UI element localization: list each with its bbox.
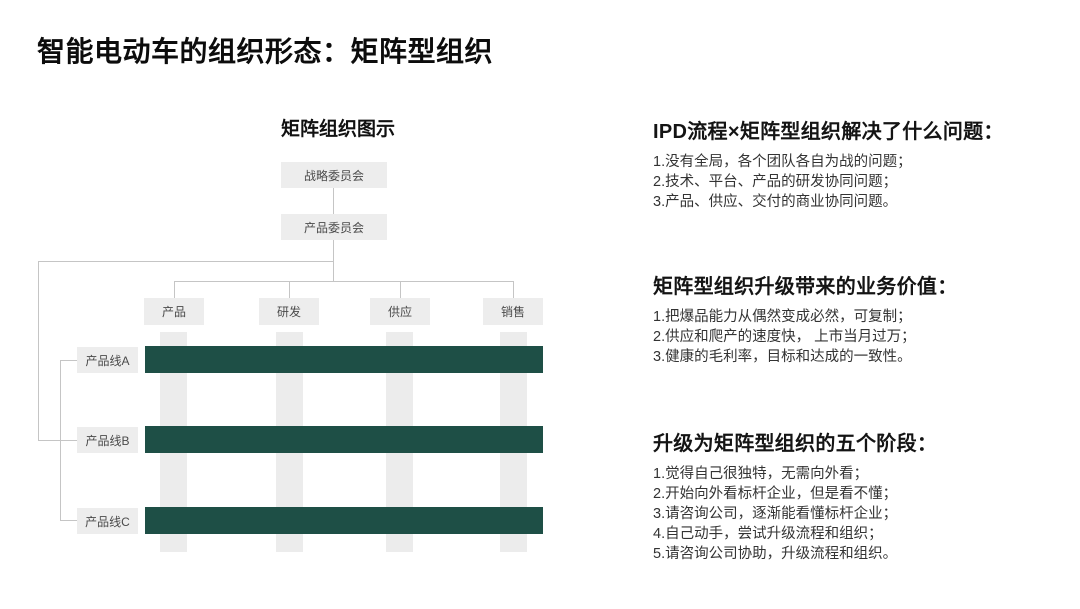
section-item: 1.把爆品能力从偶然变成必然，可复制； bbox=[653, 307, 1053, 327]
section-item: 3.产品、供应、交付的商业协同问题。 bbox=[653, 192, 1053, 212]
connector-line bbox=[60, 520, 77, 521]
function-box-supply: 供应 bbox=[370, 298, 430, 325]
connector-line bbox=[174, 281, 514, 282]
connector-line bbox=[60, 440, 77, 441]
section-problems: IPD流程×矩阵型组织解决了什么问题： 1.没有全局，各个团队各自为战的问题； … bbox=[653, 115, 1053, 212]
product-line-bar bbox=[145, 346, 543, 373]
section-item: 5.请咨询公司协助，升级流程和组织。 bbox=[653, 544, 1053, 564]
section-item: 3.请咨询公司，逐渐能看懂标杆企业； bbox=[653, 504, 1053, 524]
connector-line bbox=[289, 281, 290, 298]
diagram-title: 矩阵组织图示 bbox=[240, 114, 436, 141]
section-item: 2.技术、平台、产品的研发协同问题； bbox=[653, 172, 1053, 192]
connector-line bbox=[60, 360, 77, 361]
connector-line bbox=[513, 281, 514, 298]
product-line-label-a: 产品线A bbox=[77, 347, 138, 373]
section-item: 2.开始向外看标杆企业，但是看不懂； bbox=[653, 484, 1053, 504]
product-line-label-c: 产品线C bbox=[77, 508, 138, 534]
slide: 智能电动车的组织形态：矩阵型组织 矩阵组织图示 战略委员会 产品委员会 产品 研… bbox=[0, 0, 1080, 609]
function-box-product: 产品 bbox=[144, 298, 204, 325]
section-item: 2.供应和爬产的速度快， 上市当月过万； bbox=[653, 327, 1053, 347]
connector-line bbox=[174, 281, 175, 298]
function-box-rnd: 研发 bbox=[259, 298, 319, 325]
connector-line bbox=[400, 281, 401, 298]
section-heading: IPD流程×矩阵型组织解决了什么问题： bbox=[653, 115, 1053, 144]
product-committee-box: 产品委员会 bbox=[281, 214, 387, 240]
section-business-value: 矩阵型组织升级带来的业务价值： 1.把爆品能力从偶然变成必然，可复制； 2.供应… bbox=[653, 270, 1053, 367]
section-item: 1.觉得自己很独特，无需向外看； bbox=[653, 464, 1053, 484]
product-line-bar bbox=[145, 426, 543, 453]
product-line-label-b: 产品线B bbox=[77, 427, 138, 453]
section-heading: 升级为矩阵型组织的五个阶段： bbox=[653, 427, 1053, 456]
connector-line bbox=[38, 261, 334, 262]
matrix-org-diagram: 矩阵组织图示 战略委员会 产品委员会 产品 研发 供应 销售 bbox=[0, 0, 640, 609]
section-item: 4.自己动手，尝试升级流程和组织； bbox=[653, 524, 1053, 544]
connector-line bbox=[333, 188, 334, 214]
section-heading: 矩阵型组织升级带来的业务价值： bbox=[653, 270, 1053, 299]
strategy-committee-box: 战略委员会 bbox=[281, 162, 387, 188]
section-item: 3.健康的毛利率，目标和达成的一致性。 bbox=[653, 347, 1053, 367]
connector-line bbox=[38, 440, 60, 441]
section-five-stages: 升级为矩阵型组织的五个阶段： 1.觉得自己很独特，无需向外看； 2.开始向外看标… bbox=[653, 427, 1053, 564]
product-line-bar bbox=[145, 507, 543, 534]
function-box-sales: 销售 bbox=[483, 298, 543, 325]
connector-line bbox=[38, 261, 39, 440]
section-item: 1.没有全局，各个团队各自为战的问题； bbox=[653, 152, 1053, 172]
